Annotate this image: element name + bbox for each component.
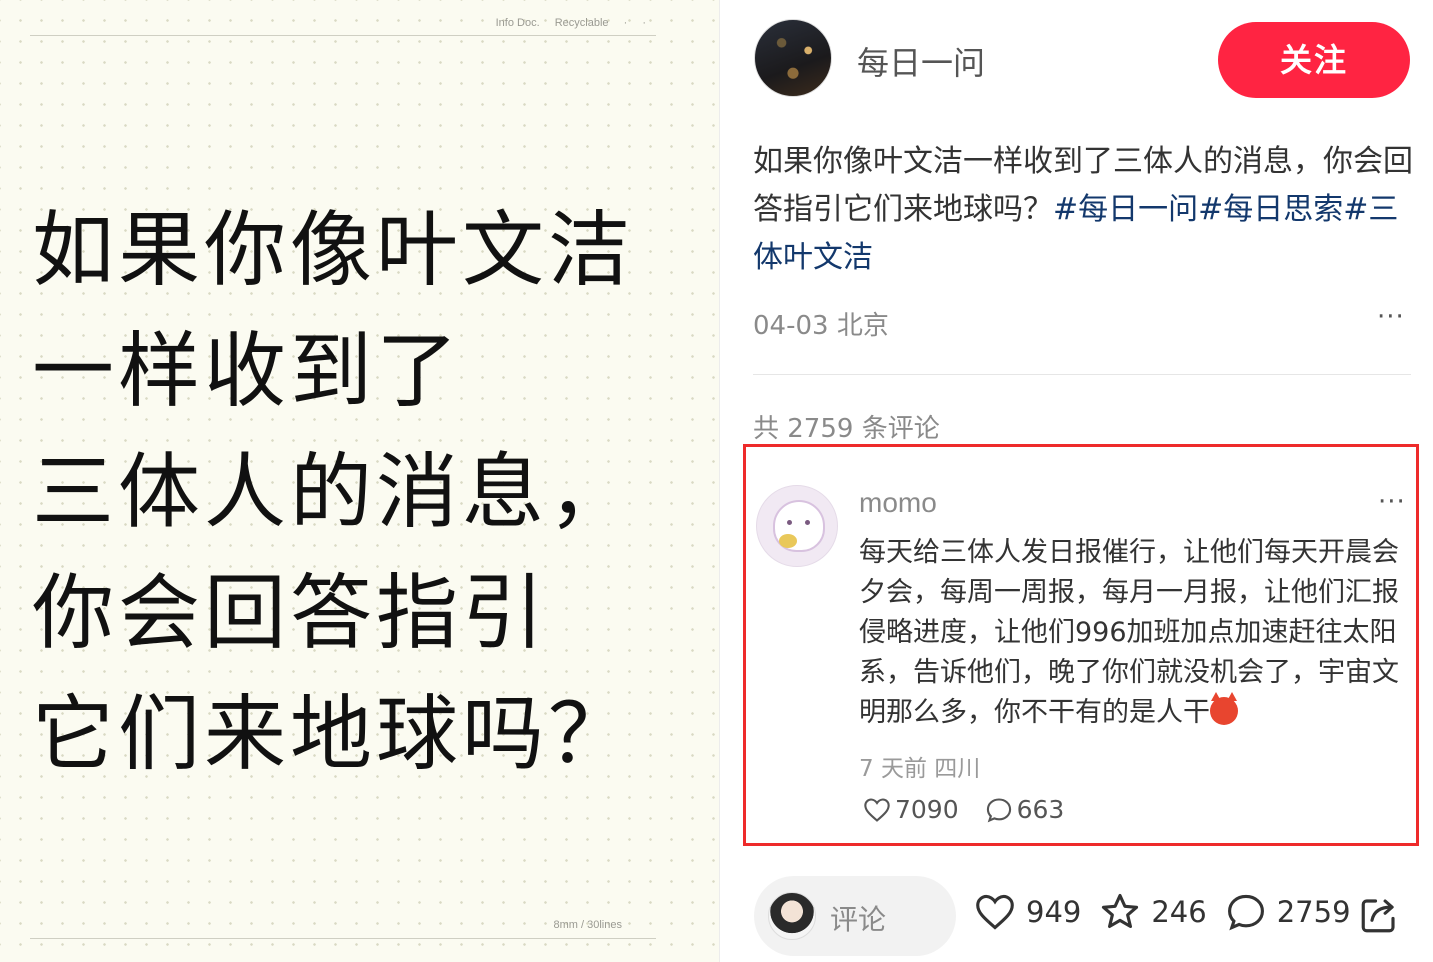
collect-button[interactable]: 246 bbox=[1099, 892, 1207, 932]
comment-body: 每天给三体人发日报催行，让他们每天开晨会夕会，每周一周报，每月一月报，让他们汇报… bbox=[859, 537, 1399, 728]
share-button[interactable] bbox=[1358, 894, 1400, 940]
post-tag[interactable]: #每日一问 bbox=[1053, 192, 1198, 227]
comment-time-location: 7 天前 四川 bbox=[859, 756, 981, 782]
comment-icon bbox=[986, 797, 1011, 822]
star-icon bbox=[1102, 893, 1139, 928]
paper-footer: 8mm / 30lines bbox=[30, 919, 656, 939]
follow-button[interactable]: 关注 bbox=[1218, 22, 1410, 98]
comment-reply-count: 663 bbox=[1016, 795, 1065, 824]
divider bbox=[753, 374, 1411, 375]
post-date-location: 04-03 北京 bbox=[753, 311, 889, 341]
comment-count: 共 2759 条评论 bbox=[753, 414, 940, 444]
highlighted-comment: momo ··· 每天给三体人发日报催行，让他们每天开晨会夕会，每周一周报，每月… bbox=[743, 444, 1419, 846]
comment-more-icon[interactable]: ··· bbox=[1378, 487, 1406, 517]
note-image-line: 如果你像叶文洁 bbox=[32, 203, 635, 298]
like-button[interactable]: 949 bbox=[974, 893, 1081, 931]
post-text: 如果你像叶文洁一样收到了三体人的消息，你会回答指引它们来地球吗？#每日一问#每日… bbox=[753, 138, 1413, 282]
comments-button[interactable]: 2759 bbox=[1225, 893, 1351, 931]
comment-text: 每天给三体人发日报催行，让他们每天开晨会夕会，每周一周报，每月一月报，让他们汇报… bbox=[859, 533, 1404, 733]
comments-count: 2759 bbox=[1276, 895, 1351, 929]
paper-header-meta: Info Doc. Recyclable · · bbox=[484, 17, 646, 29]
comment-input-placeholder: 评论 bbox=[830, 903, 887, 936]
note-image-line: 它们来地球吗？ bbox=[32, 687, 635, 782]
like-count: 949 bbox=[1026, 895, 1082, 929]
comment-input[interactable]: 评论 bbox=[754, 876, 956, 956]
comment-actions: 7090 663 bbox=[863, 795, 1090, 824]
post-tag[interactable]: #每日思索 bbox=[1198, 192, 1343, 227]
note-detail-panel: 每日一问 关注 如果你像叶文洁一样收到了三体人的消息，你会回答指引它们来地球吗？… bbox=[721, 0, 1433, 962]
note-image[interactable]: Info Doc. Recyclable · · 如果你像叶文洁 一样收到了 三… bbox=[0, 0, 720, 962]
paper-footer-meta: 8mm / 30lines bbox=[553, 919, 622, 931]
comment-reply-button[interactable]: 663 bbox=[985, 795, 1065, 824]
paper-meta-dot: · bbox=[642, 17, 646, 29]
comment-like-button[interactable]: 7090 bbox=[863, 795, 959, 824]
note-image-line: 三体人的消息， bbox=[32, 445, 635, 540]
heart-icon bbox=[864, 797, 890, 822]
comment-like-count: 7090 bbox=[895, 795, 959, 824]
commenter-name[interactable]: momo bbox=[859, 487, 937, 519]
paper-meta-dot: · bbox=[623, 17, 628, 29]
note-image-line: 你会回答指引 bbox=[32, 566, 549, 661]
author-name[interactable]: 每日一问 bbox=[857, 38, 985, 84]
share-icon bbox=[1361, 899, 1395, 933]
paper-meta-info: Info Doc. bbox=[495, 17, 540, 29]
collect-count: 246 bbox=[1151, 895, 1207, 929]
commenter-avatar[interactable] bbox=[756, 485, 838, 567]
my-avatar bbox=[768, 892, 816, 940]
note-image-text: 如果你像叶文洁 一样收到了 三体人的消息， 你会回答指引 它们来地球吗？ bbox=[32, 190, 692, 795]
paper-meta-recyclable: Recyclable bbox=[554, 17, 609, 29]
comment-icon bbox=[1227, 894, 1264, 931]
author-avatar[interactable] bbox=[754, 19, 832, 97]
note-image-line: 一样收到了 bbox=[32, 324, 463, 419]
post-more-icon[interactable]: ··· bbox=[1377, 302, 1405, 332]
bottom-action-bar: 949 246 2759 bbox=[974, 892, 1369, 932]
heart-icon bbox=[976, 894, 1014, 930]
devil-emoji-icon bbox=[1210, 692, 1238, 725]
paper-header: Info Doc. Recyclable · · bbox=[30, 14, 656, 36]
